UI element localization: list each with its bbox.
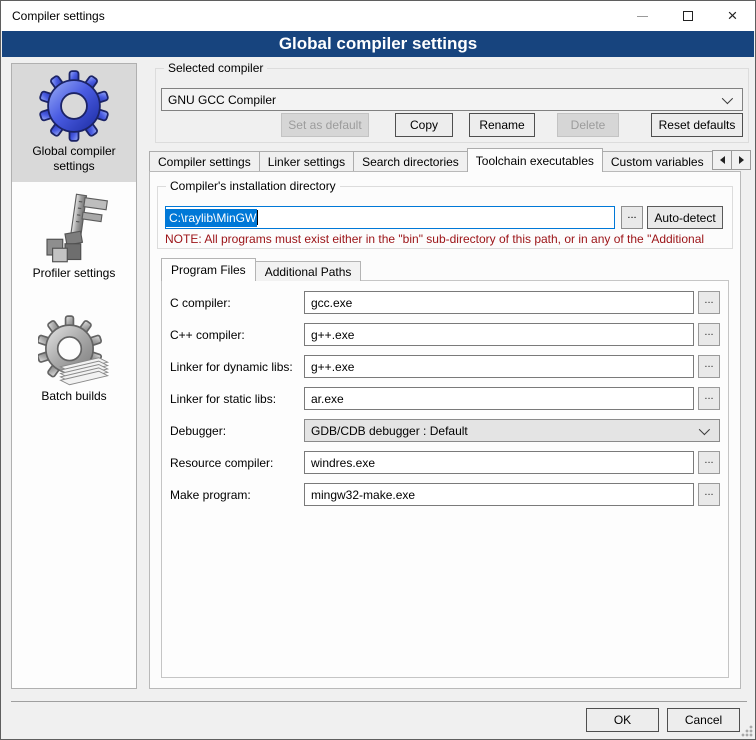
dynamic-linker-label: Linker for dynamic libs: — [170, 360, 304, 374]
cpp-compiler-input[interactable]: g++.exe — [304, 323, 694, 346]
installation-directory-group-label: Compiler's installation directory — [166, 179, 340, 193]
c-compiler-input[interactable]: gcc.exe — [304, 291, 694, 314]
tab-program-files[interactable]: Program Files — [161, 258, 256, 281]
make-program-label: Make program: — [170, 488, 304, 502]
field-row-resource-compiler: Resource compiler: windres.exe ... — [170, 451, 720, 474]
bin-subdirectory-note: NOTE: All programs must exist either in … — [165, 232, 731, 246]
resource-compiler-value: windres.exe — [311, 456, 375, 470]
resource-compiler-browse-button[interactable]: ... — [698, 451, 720, 474]
set-as-default-button[interactable]: Set as default — [281, 113, 369, 137]
field-row-debugger: Debugger: GDB/CDB debugger : Default — [170, 419, 720, 442]
tab-scroll-left-button[interactable] — [712, 150, 732, 170]
static-linker-browse-button[interactable]: ... — [698, 387, 720, 410]
window-controls: × — [620, 1, 755, 31]
copy-button[interactable]: Copy — [395, 113, 453, 137]
c-compiler-label: C compiler: — [170, 296, 304, 310]
compiler-settings-dialog: Compiler settings × Global compiler sett… — [0, 0, 756, 740]
ok-button[interactable]: OK — [586, 708, 659, 732]
cancel-button[interactable]: Cancel — [667, 708, 740, 732]
make-program-value: mingw32-make.exe — [311, 488, 415, 502]
debugger-select[interactable]: GDB/CDB debugger : Default — [304, 419, 720, 442]
field-row-cpp-compiler: C++ compiler: g++.exe ... — [170, 323, 720, 346]
tab-search-directories[interactable]: Search directories — [353, 151, 468, 172]
field-row-static-linker: Linker for static libs: ar.exe ... — [170, 387, 720, 410]
delete-button[interactable]: Delete — [557, 113, 619, 137]
rename-button[interactable]: Rename — [469, 113, 535, 137]
tab-compiler-settings[interactable]: Compiler settings — [149, 151, 260, 172]
sidebar-item-label: Global compiler settings — [12, 142, 136, 182]
text-caret — [257, 210, 258, 225]
tab-scroll-right-icon — [739, 156, 744, 164]
browse-directory-button[interactable]: ... — [621, 206, 643, 229]
static-linker-label: Linker for static libs: — [170, 392, 304, 406]
close-button[interactable]: × — [710, 1, 755, 31]
field-row-c-compiler: C compiler: gcc.exe ... — [170, 291, 720, 314]
sidebar-item-global-compiler-settings[interactable]: Global compiler settings — [12, 64, 136, 182]
dynamic-linker-browse-button[interactable]: ... — [698, 355, 720, 378]
resource-compiler-input[interactable]: windres.exe — [304, 451, 694, 474]
maximize-button[interactable] — [665, 1, 710, 31]
dialog-banner: Global compiler settings — [2, 31, 754, 57]
gray-gear-stack-icon — [38, 315, 110, 387]
program-files-tab-strip: Program Files Additional Paths — [161, 258, 360, 281]
tab-scroll-left-icon — [720, 156, 725, 164]
tab-custom-variables[interactable]: Custom variables — [602, 151, 712, 172]
make-program-browse-button[interactable]: ... — [698, 483, 720, 506]
reset-defaults-button[interactable]: Reset defaults — [651, 113, 743, 137]
auto-detect-button[interactable]: Auto-detect — [647, 206, 723, 229]
banner-title: Global compiler settings — [279, 34, 477, 54]
chevron-down-icon — [722, 92, 733, 103]
selected-compiler-group-label: Selected compiler — [164, 61, 267, 75]
chevron-down-icon — [699, 423, 710, 434]
settings-category-sidebar: Global compiler settings — [11, 63, 137, 689]
make-program-input[interactable]: mingw32-make.exe — [304, 483, 694, 506]
resource-compiler-label: Resource compiler: — [170, 456, 304, 470]
resize-grip[interactable] — [740, 724, 753, 737]
maximize-icon — [683, 11, 693, 21]
dynamic-linker-input[interactable]: g++.exe — [304, 355, 694, 378]
installation-directory-input[interactable]: C:\raylib\MinGW — [165, 206, 615, 229]
c-compiler-value: gcc.exe — [311, 296, 352, 310]
dynamic-linker-value: g++.exe — [311, 360, 354, 374]
footer-separator — [11, 701, 747, 702]
caliper-icon — [38, 192, 110, 264]
static-linker-input[interactable]: ar.exe — [304, 387, 694, 410]
installation-directory-value: C:\raylib\MinGW — [166, 209, 257, 227]
debugger-label: Debugger: — [170, 424, 304, 438]
tab-scroll-right-button[interactable] — [731, 150, 751, 170]
sidebar-item-batch-builds[interactable]: Batch builds — [12, 315, 136, 412]
sidebar-item-label: Batch builds — [37, 387, 110, 412]
settings-tab-strip: Compiler settings Linker settings Search… — [149, 148, 712, 172]
close-icon: × — [728, 11, 738, 21]
program-files-panel: C compiler: gcc.exe ... C++ compiler: g+… — [161, 280, 729, 678]
cpp-compiler-value: g++.exe — [311, 328, 354, 342]
cpp-compiler-browse-button[interactable]: ... — [698, 323, 720, 346]
cpp-compiler-label: C++ compiler: — [170, 328, 304, 342]
tab-toolchain-executables[interactable]: Toolchain executables — [467, 148, 603, 172]
minimize-button[interactable] — [620, 1, 665, 31]
title-bar[interactable]: Compiler settings × — [1, 1, 755, 31]
window-title: Compiler settings — [1, 9, 105, 23]
field-row-dynamic-linker: Linker for dynamic libs: g++.exe ... — [170, 355, 720, 378]
tab-scroll-buttons — [713, 150, 751, 170]
c-compiler-browse-button[interactable]: ... — [698, 291, 720, 314]
compiler-select-value: GNU GCC Compiler — [162, 93, 722, 107]
sidebar-item-profiler-settings[interactable]: Profiler settings — [12, 192, 136, 289]
sidebar-item-label: Profiler settings — [29, 264, 120, 289]
minimize-icon — [637, 16, 648, 17]
compiler-select[interactable]: GNU GCC Compiler — [161, 88, 743, 111]
tab-linker-settings[interactable]: Linker settings — [259, 151, 354, 172]
tab-additional-paths[interactable]: Additional Paths — [255, 261, 362, 281]
field-row-make-program: Make program: mingw32-make.exe ... — [170, 483, 720, 506]
blue-gear-icon — [38, 70, 110, 142]
debugger-select-value: GDB/CDB debugger : Default — [311, 424, 699, 438]
static-linker-value: ar.exe — [311, 392, 344, 406]
